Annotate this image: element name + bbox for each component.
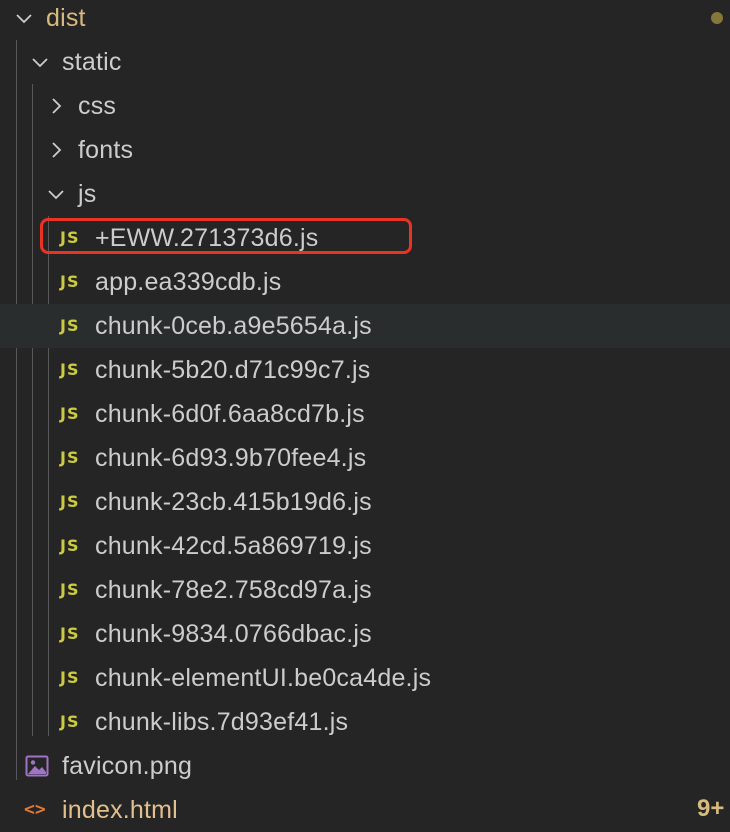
javascript-file-icon: JS xyxy=(60,360,80,379)
file-label: chunk-42cd.5a869719.js xyxy=(95,532,372,560)
html-icon: <> xyxy=(24,799,46,820)
tree-item-file[interactable]: JS +EWW.271373d6.js xyxy=(0,216,730,260)
folder-label-dist: dist xyxy=(46,4,86,32)
javascript-file-icon: JS xyxy=(60,316,80,335)
tree-item-file[interactable]: JS chunk-9834.0766dbac.js xyxy=(0,612,730,656)
folder-label-css: css xyxy=(78,92,117,120)
chevron-down-icon xyxy=(14,8,34,28)
tree-item-index-html[interactable]: <> index.html 9+ xyxy=(0,788,730,832)
file-label: chunk-elementUI.be0ca4de.js xyxy=(95,664,432,692)
chevron-right-icon xyxy=(46,96,66,116)
file-label: chunk-5b20.d71c99c7.js xyxy=(95,356,371,384)
file-label-favicon: favicon.png xyxy=(62,752,193,780)
file-label: chunk-78e2.758cd97a.js xyxy=(95,576,372,604)
modified-indicator-dot xyxy=(711,12,723,24)
file-label-index-html: index.html xyxy=(62,796,178,824)
tree-item-js[interactable]: js xyxy=(0,172,730,216)
chevron-down-icon xyxy=(46,184,66,204)
javascript-file-icon: JS xyxy=(60,536,80,555)
file-label: chunk-libs.7d93ef41.js xyxy=(95,708,349,736)
file-label: app.ea339cdb.js xyxy=(95,268,282,296)
tree-item-css[interactable]: css xyxy=(0,84,730,128)
javascript-file-icon: JS xyxy=(60,404,80,423)
folder-label-fonts: fonts xyxy=(78,136,134,164)
chevron-right-icon xyxy=(46,140,66,160)
file-label: +EWW.271373d6.js xyxy=(95,224,319,252)
image-icon xyxy=(25,755,49,777)
javascript-file-icon: JS xyxy=(60,580,80,599)
tree-item-favicon[interactable]: favicon.png xyxy=(0,744,730,788)
javascript-file-icon: JS xyxy=(60,492,80,511)
tree-item-fonts[interactable]: fonts xyxy=(0,128,730,172)
tree-item-static[interactable]: static xyxy=(0,40,730,84)
chevron-down-icon xyxy=(30,52,50,72)
folder-label-static: static xyxy=(62,48,122,76)
javascript-file-icon: JS xyxy=(60,712,80,731)
javascript-file-icon: JS xyxy=(60,624,80,643)
file-explorer-tree: dist static css fonts js JS +EWW.271373d… xyxy=(0,0,730,828)
tree-item-file[interactable]: JS chunk-78e2.758cd97a.js xyxy=(0,568,730,612)
tree-item-file[interactable]: JS chunk-elementUI.be0ca4de.js xyxy=(0,656,730,700)
file-label: chunk-0ceb.a9e5654a.js xyxy=(95,312,372,340)
tree-item-file[interactable]: JS chunk-libs.7d93ef41.js xyxy=(0,700,730,744)
tree-item-file[interactable]: JS chunk-42cd.5a869719.js xyxy=(0,524,730,568)
tree-item-file[interactable]: JS app.ea339cdb.js xyxy=(0,260,730,304)
javascript-file-icon: JS xyxy=(60,668,80,687)
tree-item-file[interactable]: JS chunk-6d93.9b70fee4.js xyxy=(0,436,730,480)
file-label: chunk-23cb.415b19d6.js xyxy=(95,488,372,516)
javascript-file-icon: JS xyxy=(60,448,80,467)
folder-label-js: js xyxy=(78,180,97,208)
tree-item-file[interactable]: JS chunk-23cb.415b19d6.js xyxy=(0,480,730,524)
tree-item-file[interactable]: JS chunk-0ceb.a9e5654a.js xyxy=(0,304,730,348)
problems-count-badge: 9+ xyxy=(697,795,725,822)
file-label: chunk-6d0f.6aa8cd7b.js xyxy=(95,400,365,428)
tree-item-dist[interactable]: dist xyxy=(0,0,730,40)
file-label: chunk-9834.0766dbac.js xyxy=(95,620,372,648)
tree-item-file[interactable]: JS chunk-6d0f.6aa8cd7b.js xyxy=(0,392,730,436)
file-label: chunk-6d93.9b70fee4.js xyxy=(95,444,367,472)
javascript-file-icon: JS xyxy=(60,272,80,291)
javascript-file-icon: JS xyxy=(60,228,80,247)
tree-item-file[interactable]: JS chunk-5b20.d71c99c7.js xyxy=(0,348,730,392)
